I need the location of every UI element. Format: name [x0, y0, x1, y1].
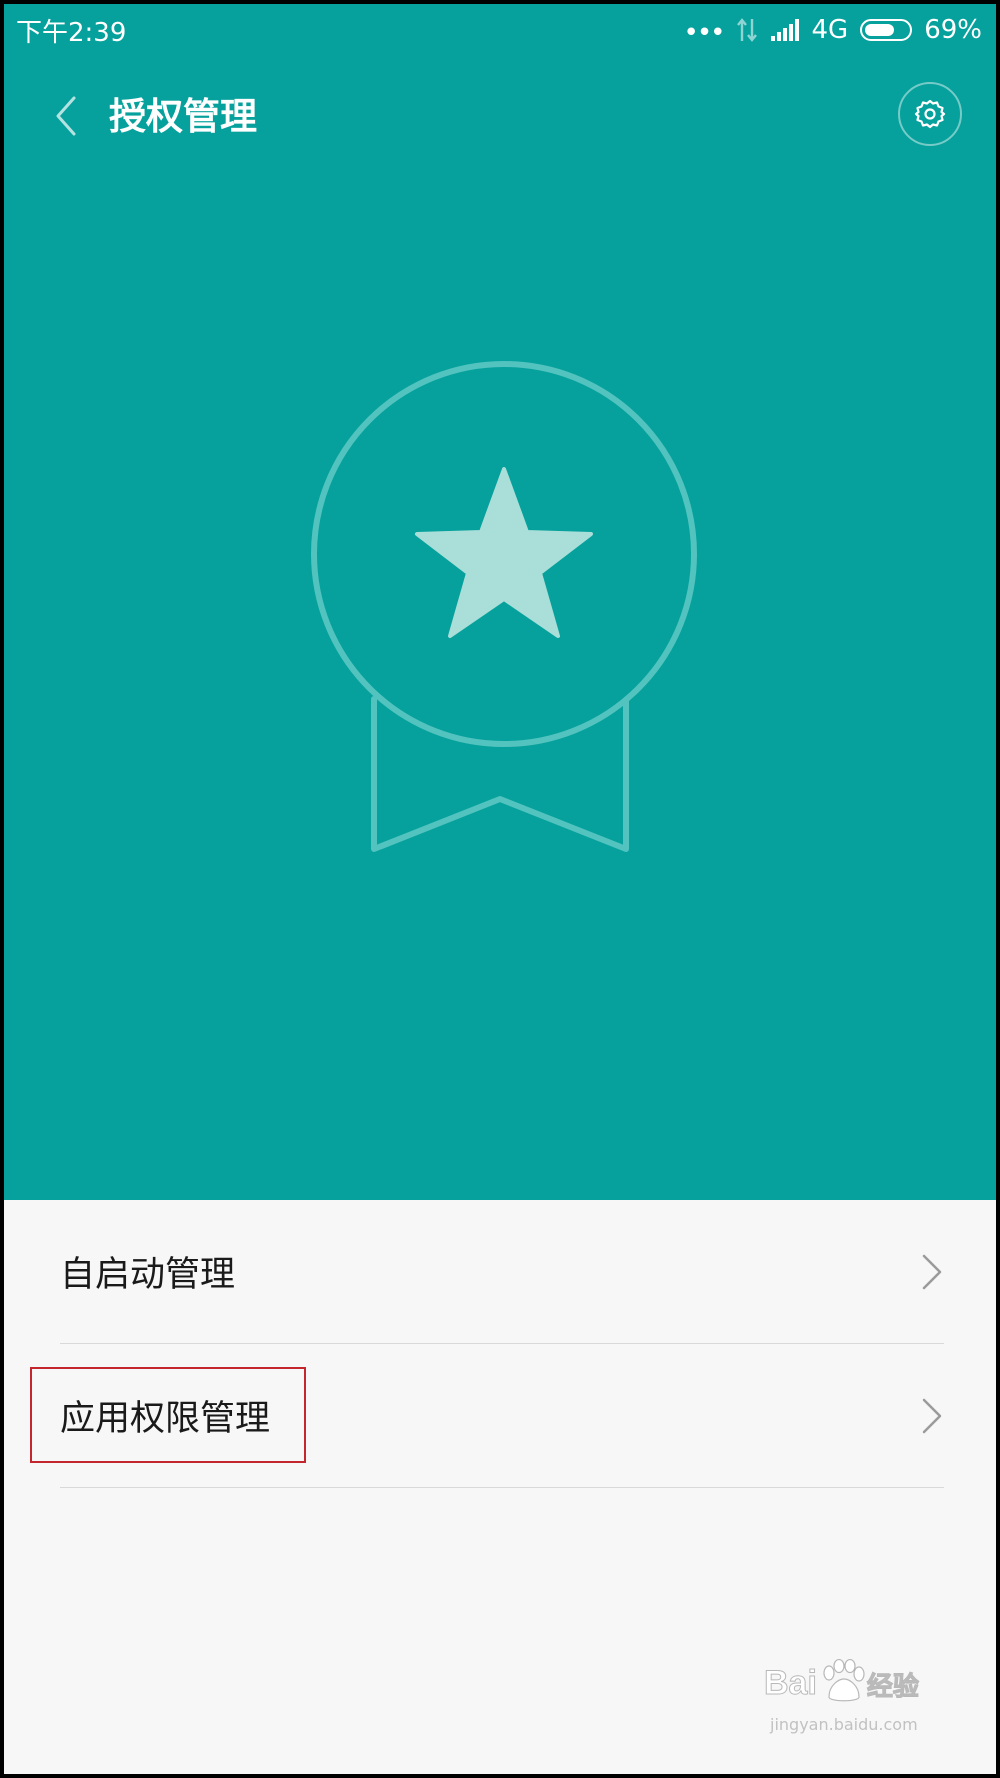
watermark-brand-cn: 经验: [866, 1672, 919, 1703]
gear-icon: [914, 99, 946, 129]
battery-percent: 69%: [924, 15, 982, 45]
back-button[interactable]: [44, 84, 94, 144]
list-item-label: 自启动管理: [60, 1255, 236, 1295]
signal-strength-icon: [770, 19, 799, 41]
status-time: 下午2:39: [16, 18, 127, 48]
watermark-url: jingyan.baidu.com: [770, 1715, 918, 1734]
phone-screen: 下午2:39 ••• 4G 69% 授权管理 自启动管理 应用权限管理 Bai …: [4, 4, 996, 1774]
highlight-annotation-box: [30, 1367, 306, 1463]
status-indicators: ••• 4G 69%: [683, 10, 982, 50]
chevron-right-icon: [922, 1398, 942, 1434]
network-type: 4G: [811, 15, 849, 45]
baidu-watermark: Bai 经验 jingyan.baidu.com: [764, 1659, 964, 1759]
medal-star-icon: [311, 361, 697, 852]
hero-banner: 下午2:39 ••• 4G 69% 授权管理: [4, 4, 996, 1200]
title-bar: 授权管理: [4, 64, 996, 164]
watermark-brand: Bai: [764, 1664, 818, 1703]
page-title: 授权管理: [109, 95, 257, 138]
paw-icon: [823, 1659, 865, 1702]
more-dots-icon: •••: [683, 18, 725, 48]
chevron-right-icon: [922, 1254, 942, 1290]
list-item-autostart[interactable]: 自启动管理: [60, 1200, 944, 1344]
chevron-left-icon: [56, 96, 76, 136]
battery-fill: [865, 24, 895, 36]
watermark-logo: Bai 经验: [764, 1659, 919, 1703]
status-bar: 下午2:39 ••• 4G 69%: [4, 4, 996, 54]
battery-icon: [860, 19, 913, 41]
data-transfer-icon: [736, 18, 757, 42]
settings-button[interactable]: [898, 82, 962, 146]
